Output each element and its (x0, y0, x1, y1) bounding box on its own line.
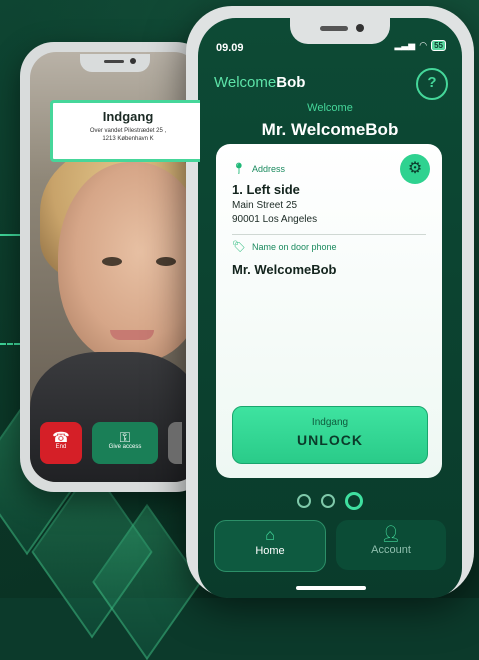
address-section-label: 📍︎ Address (232, 162, 285, 175)
decor-line (0, 343, 20, 345)
page-dot-active[interactable] (345, 492, 363, 510)
caller-eye (102, 257, 122, 266)
caller-mouth (110, 330, 154, 340)
door-phone-section-label: 🏷︎ Name on door phone (232, 240, 337, 253)
end-call-button[interactable]: ☎ End (40, 422, 82, 464)
more-button[interactable] (168, 422, 182, 464)
address-street: Main Street 25 (232, 200, 298, 211)
tag-icon: 🏷︎ (232, 241, 246, 253)
door-address-line2: 1213 København K (102, 136, 154, 142)
store-icon: ⌂ (265, 527, 275, 544)
brand-prefix: Welcome (214, 74, 277, 91)
address-label: Address (251, 163, 285, 174)
divider (232, 234, 426, 235)
status-icons: ▂▃▅ ◠ 55 (394, 40, 446, 51)
unlock-label: UNLOCK (297, 432, 363, 448)
bottom-nav: ⌂ Home 👤︎ Account (214, 520, 446, 572)
welcome-name: Mr. WelcomeBob (261, 120, 399, 139)
door-info-card: Indgang Over vandet Pilestrædet 25 , 121… (50, 100, 200, 162)
camera (130, 58, 136, 64)
address-card: 📍︎ Address ⚙ 1. Left side Main Street 25… (216, 144, 442, 478)
unlock-button[interactable]: Indgang UNLOCK (232, 406, 428, 464)
back-phone: Indgang Over vandet Pilestrædet 25 , 121… (20, 42, 210, 492)
brand-suffix: Bob (276, 74, 306, 91)
wifi-icon: ◠ (419, 40, 428, 50)
home-indicator[interactable] (296, 586, 366, 590)
nav-home-label: Home (255, 545, 285, 557)
video-call-screen: Indgang Over vandet Pilestrædet 25 , 121… (30, 52, 200, 482)
signal-icon: ▂▃▅ (394, 40, 416, 50)
nav-account-label: Account (371, 544, 411, 556)
give-access-button[interactable]: ⚿ Give access (92, 422, 158, 464)
end-label: End (55, 444, 67, 450)
speaker (320, 26, 348, 31)
caller-eye (156, 257, 176, 266)
settings-button[interactable]: ⚙ (400, 154, 430, 184)
app-screen: 09.09 ▂▃▅ ◠ 55 WelcomeBob ? Welcome Mr. … (198, 18, 462, 598)
status-time: 09.09 (216, 42, 244, 54)
user-icon: 👤︎ (380, 526, 402, 543)
welcome-label: Welcome (307, 102, 353, 114)
nav-account[interactable]: 👤︎ Account (336, 520, 446, 570)
page-indicator (198, 492, 462, 510)
front-phone: 09.09 ▂▃▅ ◠ 55 WelcomeBob ? Welcome Mr. … (186, 6, 474, 598)
nav-home[interactable]: ⌂ Home (214, 520, 326, 572)
decor-line (0, 234, 20, 236)
speaker (104, 60, 124, 63)
back-notch (80, 54, 150, 72)
location-pin-icon: 📍︎ (232, 163, 246, 175)
give-access-label: Give access (108, 444, 142, 450)
page-dot[interactable] (297, 494, 311, 508)
address-name: 1. Left side (232, 182, 300, 197)
door-phone-label: Name on door phone (251, 241, 337, 252)
notch (290, 18, 390, 44)
door-address-line1: Over vandet Pilestrædet 25 , (89, 128, 167, 134)
unlock-door-name: Indgang (311, 417, 349, 428)
phone-hangup-icon: ☎ (52, 429, 70, 445)
door-title: Indgang (102, 109, 154, 124)
page-dot[interactable] (321, 494, 335, 508)
key-icon: ⚿ (119, 429, 131, 445)
help-button[interactable]: ? (416, 68, 448, 100)
address-city: 90001 Los Angeles (232, 214, 318, 225)
door-phone-name: Mr. WelcomeBob (232, 262, 337, 277)
brand-logo: WelcomeBob (214, 74, 305, 91)
gear-icon: ⚙ (407, 160, 423, 177)
camera (356, 24, 364, 32)
battery-icon: 55 (431, 40, 446, 51)
